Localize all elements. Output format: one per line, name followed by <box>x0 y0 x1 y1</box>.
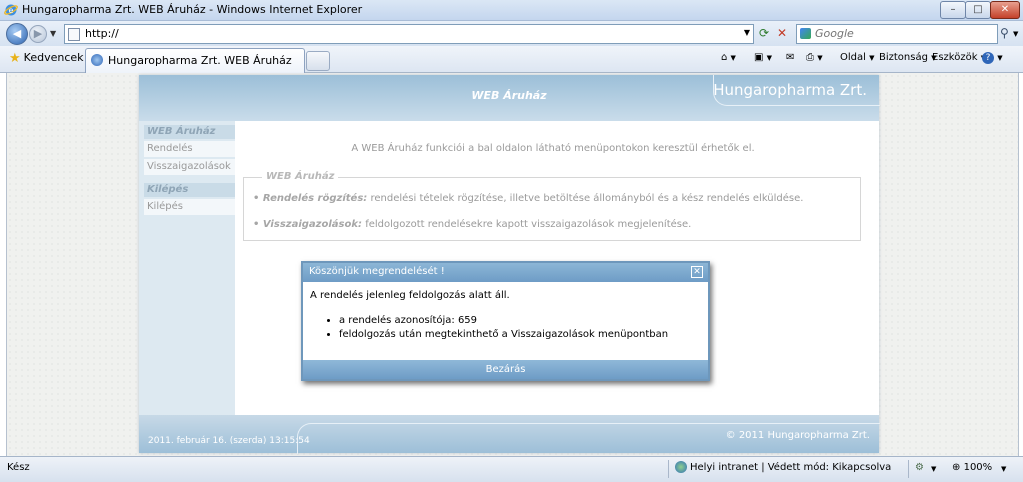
sidebar-section-kilepes: Kilépés <box>144 183 235 197</box>
info-legend: WEB Áruház <box>262 171 339 182</box>
status-divider <box>908 460 909 478</box>
chevron-down-icon: ▼ <box>869 54 875 62</box>
sidebar: WEB Áruház Rendelés rögzítés Visszaigazo… <box>139 121 235 415</box>
protected-mode-icon[interactable]: ⚙ <box>915 462 924 473</box>
footer-copyright: © 2011 Hungaropharma Zrt. <box>725 430 870 441</box>
list-item: feldolgozás után megtekinthető a Visszai… <box>339 329 668 340</box>
address-dropdown-icon[interactable]: ▼ <box>744 28 750 37</box>
history-dropdown-icon[interactable]: ▼ <box>50 29 56 38</box>
back-arrow-icon: ◀ <box>12 27 22 40</box>
help-button[interactable]: ? ▼ <box>982 52 1003 64</box>
rss-icon: ▣ <box>754 52 764 63</box>
intranet-zone-icon <box>675 461 687 473</box>
active-tab[interactable]: Hungaropharma Zrt. WEB Áruház <box>85 48 305 73</box>
search-field[interactable] <box>796 24 998 44</box>
feeds-button[interactable]: ▣ ▼ <box>754 52 772 63</box>
chevron-down-icon: ▼ <box>997 54 1003 62</box>
google-icon <box>800 28 811 39</box>
search-options-dropdown-icon[interactable]: ▼ <box>1013 30 1018 38</box>
safety-menu[interactable]: Biztonság ▼ <box>879 52 937 63</box>
footer-date: 2011. február 16. (szerda) 13:15:54 <box>148 436 310 446</box>
close-icon[interactable]: ✕ <box>691 266 703 278</box>
dialog-header: Köszönjük megrendelését ! ✕ <box>303 263 708 282</box>
tab-page-icon <box>91 54 103 66</box>
chevron-down-icon[interactable]: ▼ <box>931 465 936 473</box>
favorites-button[interactable]: ★ Kedvencek <box>9 51 84 66</box>
favorites-tab-bar: ★ Kedvencek Hungaropharma Zrt. WEB Áruház… <box>0 46 1023 73</box>
security-zone-text[interactable]: Helyi intranet | Védett mód: Kikapcsolva <box>690 462 891 473</box>
info-line-visszaigazolasok: • Visszaigazolások: feldolgozott rendelé… <box>253 219 691 230</box>
sidebar-item-visszaigazolasok[interactable]: Visszaigazolások <box>144 159 235 175</box>
printer-icon: ⎙ <box>806 52 814 63</box>
search-input[interactable] <box>815 26 965 41</box>
back-button[interactable]: ◀ <box>6 23 28 45</box>
zoom-icon: ⊕ <box>952 462 961 473</box>
forward-arrow-icon: ▶ <box>33 27 43 40</box>
dialog-message: A rendelés jelenleg feldolgozás alatt ál… <box>310 290 510 301</box>
page-menu-label: Oldal <box>840 52 866 63</box>
favorites-label: Kedvencek <box>23 51 84 64</box>
info-line-visszaigazolasok-text: feldolgozott rendelésekre kapott visszai… <box>362 219 692 230</box>
info-line-rendeles: • Rendelés rögzítés: rendelési tételek r… <box>253 193 803 204</box>
list-item: a rendelés azonosítója: 659 <box>339 315 668 326</box>
page-icon <box>68 28 80 41</box>
tools-menu-label: Eszközök <box>932 52 978 63</box>
window-title: Hungaropharma Zrt. WEB Áruház - Windows … <box>22 3 363 16</box>
url-input[interactable] <box>85 26 725 41</box>
tab-title: Hungaropharma Zrt. WEB Áruház <box>108 54 292 67</box>
page-viewport: WEB Áruház Hungaropharma Zrt. WEB Áruház… <box>6 73 1019 456</box>
mail-icon: ✉ <box>786 52 795 63</box>
tools-menu[interactable]: Eszközök ▼ <box>932 52 986 63</box>
zoom-value: 100% <box>963 462 993 473</box>
new-tab-button[interactable] <box>306 51 330 71</box>
mail-button[interactable]: ✉ <box>786 52 794 63</box>
forward-button[interactable]: ▶ <box>29 25 47 43</box>
sidebar-item-kilepes[interactable]: Kilépés <box>144 199 235 215</box>
svg-text:e: e <box>9 6 14 15</box>
home-icon: ⌂ <box>721 52 728 63</box>
minimize-button[interactable]: – <box>940 1 966 19</box>
internet-explorer-icon: e <box>4 3 18 17</box>
sidebar-item-rendeles-rogzites[interactable]: Rendelés rögzítés <box>144 141 235 170</box>
zoom-level[interactable]: ⊕ 100% <box>952 462 992 473</box>
refresh-icon[interactable]: ⟳ <box>757 26 771 40</box>
maximize-button[interactable]: □ <box>965 1 991 19</box>
chevron-down-icon: ▼ <box>766 54 773 62</box>
window-title-bar: e Hungaropharma Zrt. WEB Áruház - Window… <box>0 0 1023 21</box>
info-line-rendeles-text: rendelési tételek rögzítése, illetve bet… <box>367 193 804 204</box>
close-window-button[interactable]: ✕ <box>990 1 1020 19</box>
chevron-down-icon: ▼ <box>817 54 823 62</box>
company-name: Hungaropharma Zrt. <box>713 81 867 99</box>
dialog-title: Köszönjük megrendelését ! <box>309 266 445 277</box>
address-toolbar: ◀ ▶ ▼ ▼ ⟳ ✕ ⚲ ▼ <box>0 21 1023 46</box>
status-text: Kész <box>7 462 30 473</box>
intro-text: A WEB Áruház funkciói a bal oldalon láth… <box>351 143 755 154</box>
safety-menu-label: Biztonság <box>879 52 928 63</box>
print-button[interactable]: ⎙ ▼ <box>806 52 823 63</box>
info-line-rendeles-term: • Rendelés rögzítés: <box>253 193 368 204</box>
sidebar-section-webaruhaz: WEB Áruház <box>144 125 235 139</box>
info-fieldset: WEB Áruház • Rendelés rögzítés: rendelés… <box>243 171 861 241</box>
status-bar: Kész Helyi intranet | Védett mód: Kikapc… <box>0 456 1023 482</box>
chevron-down-icon: ▼ <box>730 54 736 62</box>
order-confirmation-dialog: Köszönjük megrendelését ! ✕ A rendelés j… <box>301 261 710 381</box>
status-divider <box>668 460 669 478</box>
page-menu[interactable]: Oldal ▼ <box>840 52 874 63</box>
stop-icon[interactable]: ✕ <box>775 26 789 40</box>
site-footer: 2011. február 16. (szerda) 13:15:54 © 20… <box>139 415 880 454</box>
search-icon[interactable]: ⚲ <box>1000 26 1009 40</box>
site-header: WEB Áruház Hungaropharma Zrt. <box>139 75 880 121</box>
dialog-details-list: a rendelés azonosítója: 659 feldolgozás … <box>323 315 668 343</box>
home-button[interactable]: ⌂ ▼ <box>721 52 736 63</box>
zoom-dropdown-icon[interactable]: ▼ <box>1001 465 1006 473</box>
help-icon: ? <box>982 52 994 64</box>
address-field[interactable]: ▼ <box>64 24 754 44</box>
star-icon: ★ <box>9 51 21 66</box>
close-dialog-button[interactable]: Bezárás <box>303 360 708 379</box>
info-line-visszaigazolasok-term: • Visszaigazolások: <box>253 219 363 230</box>
